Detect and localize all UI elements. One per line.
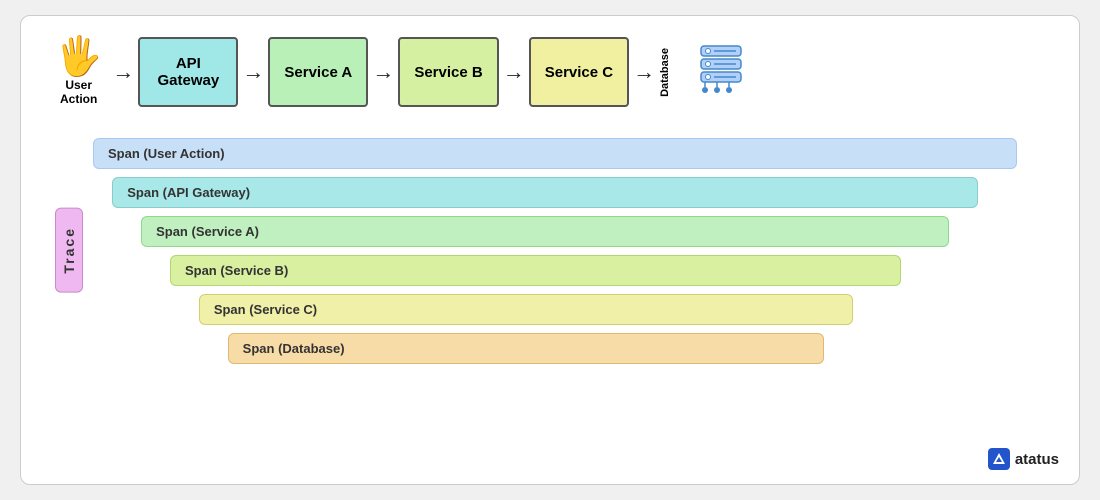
- arrow-5: →: [633, 59, 655, 85]
- atatus-icon: [988, 448, 1010, 470]
- spans-column: Span (User Action) Span (API Gateway) Sp…: [93, 136, 1055, 364]
- service-b-box: Service B: [398, 37, 498, 107]
- api-gateway-box: APIGateway: [138, 37, 238, 107]
- arrow-2: →: [242, 59, 264, 85]
- database-icon: [677, 36, 749, 108]
- api-gateway-label: APIGateway: [157, 55, 219, 89]
- service-a-label: Service A: [284, 64, 352, 81]
- trace-label: Trace: [55, 208, 83, 293]
- atatus-branding: atatus: [988, 448, 1059, 470]
- user-action-group: 🖐 UserAction: [55, 38, 102, 107]
- main-card: 🖐 UserAction → APIGateway → Service A → …: [20, 15, 1080, 485]
- user-action-label: UserAction: [60, 78, 97, 107]
- span-service-c: Span (Service C): [199, 294, 853, 325]
- diagram-row: 🖐 UserAction → APIGateway → Service A → …: [55, 36, 1055, 108]
- span-service-b: Span (Service B): [170, 255, 901, 286]
- service-b-label: Service B: [414, 64, 482, 81]
- database-label: Database: [659, 48, 671, 97]
- service-a-box: Service A: [268, 37, 368, 107]
- span-user-action: Span (User Action): [93, 138, 1017, 169]
- span-database: Span (Database): [228, 333, 824, 364]
- hand-icon: 🖐: [55, 38, 102, 76]
- span-api-gateway: Span (API Gateway): [112, 177, 978, 208]
- trace-label-col: Trace: [55, 136, 83, 364]
- atatus-name: atatus: [1015, 451, 1059, 468]
- arrow-4: →: [503, 59, 525, 85]
- service-c-box: Service C: [529, 37, 629, 107]
- span-service-a: Span (Service A): [141, 216, 949, 247]
- arrow-1: →: [112, 59, 134, 85]
- arrow-3: →: [372, 59, 394, 85]
- database-group: Database: [659, 36, 749, 108]
- service-c-label: Service C: [545, 64, 613, 81]
- trace-section: Trace Span (User Action) Span (API Gatew…: [55, 136, 1055, 364]
